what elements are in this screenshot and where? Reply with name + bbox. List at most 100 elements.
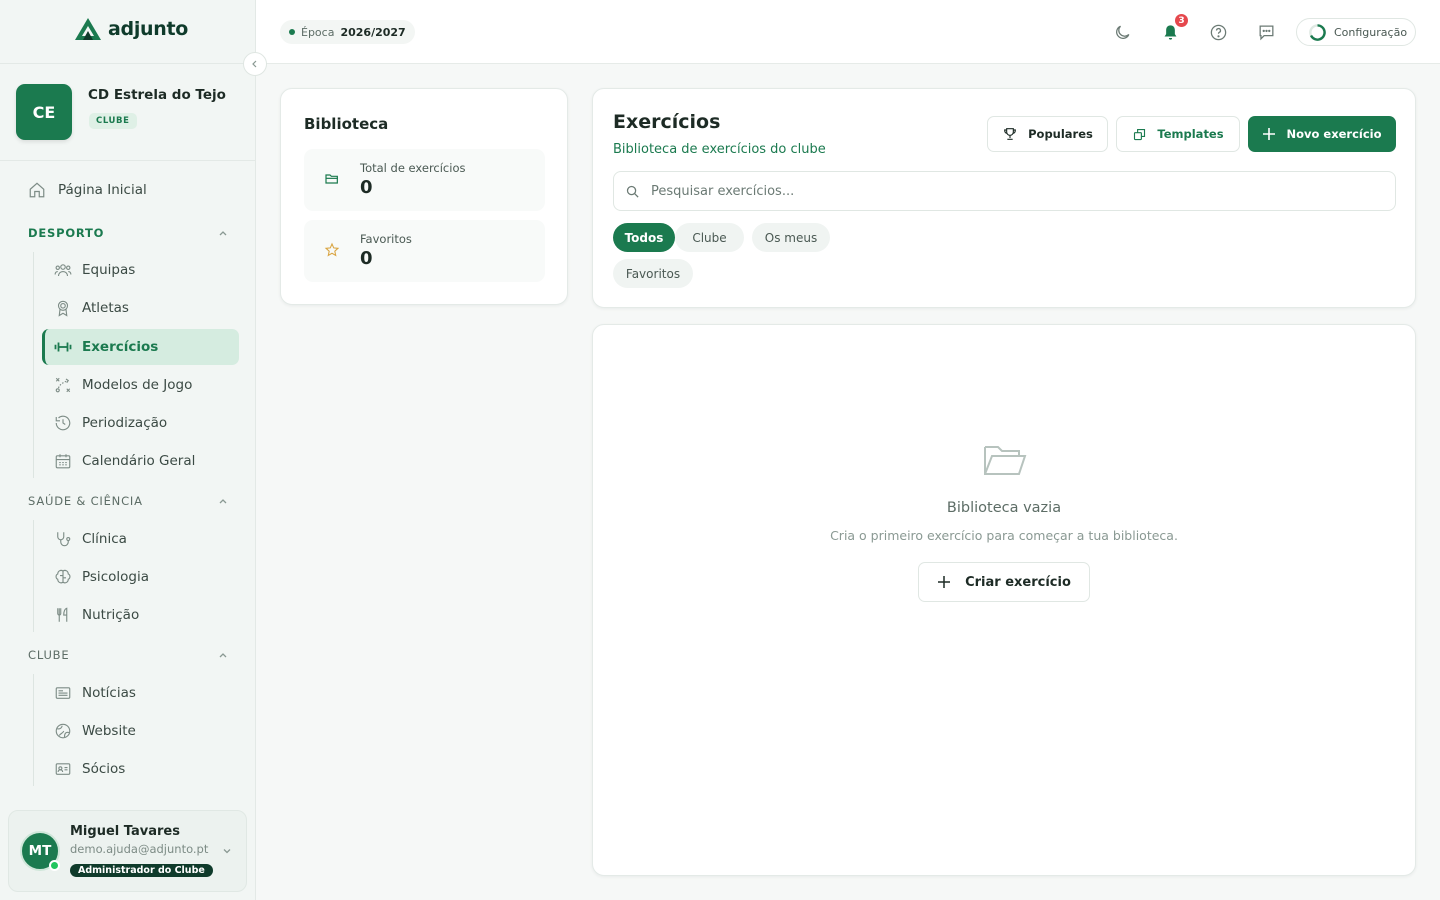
search-bar bbox=[613, 171, 1396, 211]
exercises-header-card: Exercícios Biblioteca de exercícios do c… bbox=[592, 88, 1416, 308]
sidebar-item-home[interactable]: Página Inicial bbox=[28, 181, 147, 199]
search-icon bbox=[625, 184, 640, 199]
sidebar-item-atletas[interactable]: Atletas bbox=[42, 290, 239, 326]
section-header-desporto[interactable]: DESPORTO bbox=[28, 226, 228, 240]
globe-icon bbox=[54, 722, 72, 740]
button-label: Templates bbox=[1157, 127, 1224, 141]
club-card[interactable]: CE CD Estrela do Tejo CLUBE bbox=[16, 84, 226, 140]
stat-value: 0 bbox=[360, 177, 373, 198]
sidebar-divider bbox=[0, 63, 255, 64]
club-badge: CLUBE bbox=[89, 113, 137, 129]
utensils-icon bbox=[54, 606, 72, 624]
help-icon bbox=[1209, 23, 1228, 42]
sidebar-divider bbox=[0, 160, 255, 161]
sidebar-item-website[interactable]: Website bbox=[42, 713, 239, 749]
newspaper-icon bbox=[54, 684, 72, 702]
section-title: CLUBE bbox=[28, 648, 70, 662]
moon-icon bbox=[1113, 23, 1132, 42]
season-dot bbox=[289, 29, 295, 35]
season-value: 2026/2027 bbox=[340, 25, 406, 39]
empty-state-subtitle: Cria o primeiro exercício para começar a… bbox=[830, 528, 1178, 543]
sidebar-item-exercicios[interactable]: Exercícios bbox=[42, 329, 239, 365]
sidebar-item-label: Notícias bbox=[82, 685, 136, 701]
calendar-icon bbox=[54, 452, 72, 470]
sidebar-item-label: Página Inicial bbox=[58, 182, 147, 198]
home-icon bbox=[28, 181, 46, 199]
folder-open-icon bbox=[983, 442, 1027, 478]
empty-state-title: Biblioteca vazia bbox=[946, 500, 1062, 516]
stat-label: Total de exercícios bbox=[360, 161, 466, 175]
brand-name: adjunto bbox=[108, 18, 189, 40]
create-exercise-button[interactable]: Criar exercício bbox=[918, 562, 1090, 602]
top-bar: Época 2026/2027 3 Configuração bbox=[256, 0, 1440, 64]
filter-chip-favoritos[interactable]: Favoritos bbox=[613, 259, 693, 288]
search-input[interactable] bbox=[651, 183, 1351, 199]
sidebar-item-label: Equipas bbox=[82, 262, 136, 278]
chevron-down-icon bbox=[221, 845, 233, 857]
stat-label: Favoritos bbox=[360, 232, 412, 246]
brain-icon bbox=[54, 568, 72, 586]
copy-icon bbox=[1132, 127, 1147, 142]
trophy-icon bbox=[1002, 126, 1018, 142]
section-line bbox=[33, 252, 34, 478]
chat-icon bbox=[1257, 23, 1276, 42]
team-icon bbox=[54, 261, 72, 279]
popular-button[interactable]: Populares bbox=[987, 116, 1108, 152]
section-line bbox=[33, 674, 34, 786]
plus-icon bbox=[937, 575, 951, 589]
tactics-icon bbox=[54, 376, 72, 394]
theme-toggle-button[interactable] bbox=[1110, 20, 1134, 44]
sidebar-item-periodizacao[interactable]: Periodização bbox=[42, 405, 239, 441]
id-card-icon bbox=[54, 760, 72, 778]
sidebar-item-equipas[interactable]: Equipas bbox=[42, 252, 239, 288]
library-summary-card: Biblioteca Total de exercícios 0 Favorit… bbox=[280, 88, 568, 305]
sidebar-item-psicologia[interactable]: Psicologia bbox=[42, 559, 239, 595]
filter-chip-clube[interactable]: Clube bbox=[675, 223, 744, 252]
sidebar: adjunto CE CD Estrela do Tejo CLUBE Pági… bbox=[0, 0, 256, 900]
sidebar-item-nutricao[interactable]: Nutrição bbox=[42, 597, 239, 633]
sidebar-item-label: Periodização bbox=[82, 415, 168, 431]
sidebar-item-label: Modelos de Jogo bbox=[82, 377, 193, 393]
collapse-sidebar-button[interactable] bbox=[243, 52, 267, 76]
club-name: CD Estrela do Tejo bbox=[88, 87, 226, 103]
sidebar-item-label: Clínica bbox=[82, 531, 127, 547]
logo-icon bbox=[74, 17, 102, 41]
sidebar-item-label: Exercícios bbox=[82, 339, 159, 355]
season-selector[interactable]: Época 2026/2027 bbox=[280, 20, 415, 44]
help-button[interactable] bbox=[1206, 20, 1230, 44]
section-line bbox=[33, 520, 34, 632]
star-icon bbox=[324, 242, 340, 258]
sidebar-item-clinica[interactable]: Clínica bbox=[42, 521, 239, 557]
plus-icon bbox=[1262, 127, 1276, 141]
messages-button[interactable] bbox=[1254, 20, 1278, 44]
configuration-button[interactable]: Configuração bbox=[1296, 18, 1416, 46]
stat-value: 0 bbox=[360, 248, 373, 269]
section-header-saude-ciencia[interactable]: SAÚDE & CIÊNCIA bbox=[28, 494, 228, 508]
sidebar-item-label: Website bbox=[82, 723, 136, 739]
sidebar-item-socios[interactable]: Sócios bbox=[42, 751, 239, 787]
stethoscope-icon bbox=[54, 530, 72, 548]
chevron-left-icon bbox=[250, 59, 260, 69]
new-exercise-button[interactable]: Novo exercício bbox=[1248, 116, 1396, 152]
section-title: DESPORTO bbox=[28, 226, 105, 240]
brand-logo[interactable]: adjunto bbox=[74, 17, 188, 41]
filter-chip-os-meus[interactable]: Os meus bbox=[752, 223, 830, 252]
online-status-dot bbox=[49, 860, 60, 871]
progress-ring-icon bbox=[1308, 23, 1327, 42]
user-name: Miguel Tavares bbox=[70, 824, 180, 839]
sidebar-item-modelos-de-jogo[interactable]: Modelos de Jogo bbox=[42, 367, 239, 403]
section-header-clube[interactable]: CLUBE bbox=[28, 648, 228, 662]
filter-chip-todos[interactable]: Todos bbox=[613, 223, 675, 252]
user-role-badge: Administrador do Clube bbox=[70, 864, 213, 877]
notification-badge: 3 bbox=[1173, 12, 1190, 29]
user-menu[interactable]: MT Miguel Tavares demo.ajuda@adjunto.pt … bbox=[8, 810, 247, 892]
sidebar-item-noticias[interactable]: Notícias bbox=[42, 675, 239, 711]
chevron-up-icon bbox=[218, 228, 228, 238]
user-email: demo.ajuda@adjunto.pt bbox=[70, 842, 209, 856]
templates-button[interactable]: Templates bbox=[1116, 116, 1240, 152]
sidebar-item-label: Psicologia bbox=[82, 569, 149, 585]
sidebar-item-calendario-geral[interactable]: Calendário Geral bbox=[42, 443, 239, 479]
button-label: Novo exercício bbox=[1286, 127, 1382, 141]
stat-favorites: Favoritos 0 bbox=[304, 220, 545, 282]
sidebar-item-label: Sócios bbox=[82, 761, 126, 777]
